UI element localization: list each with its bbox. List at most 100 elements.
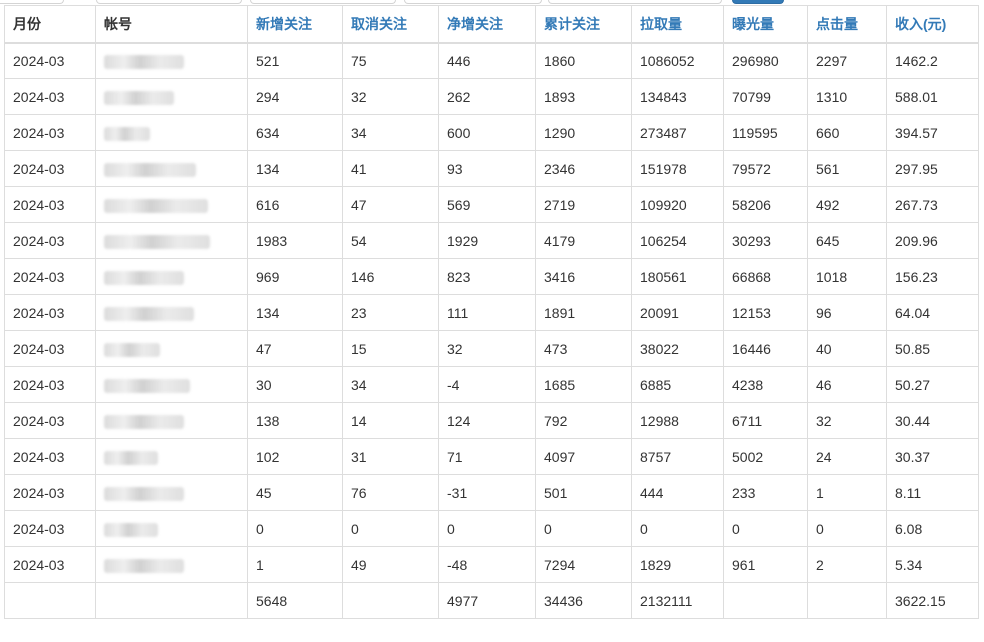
header-fetch-count[interactable]: 拉取量 [631,5,724,44]
month-cell: 2024-03 [4,330,96,367]
income-cell: 30.37 [886,438,979,475]
account-cell [95,186,248,223]
table-row: 2024-03 1 49 -48 7294 1829 961 2 5.34 [4,546,979,583]
unfollows-cell: 34 [342,114,439,151]
unfollows-cell: 76 [342,474,439,511]
clicks-cell: 492 [807,186,887,223]
impressions-cell: 233 [723,474,808,511]
table-body: 2024-03 521 75 446 1860 1086052 296980 2297 1462… [4,42,979,619]
tab-4[interactable] [404,0,542,4]
clicks-cell: 32 [807,402,887,439]
clicks-cell: 40 [807,330,887,367]
month-cell: 2024-03 [4,42,96,79]
tab-active[interactable] [732,0,784,4]
redacted-account-name [104,270,184,285]
impressions-cell: 6711 [723,402,808,439]
total-follows-cell: 473 [535,330,632,367]
total-follows-cell: 4179 [535,222,632,259]
header-income[interactable]: 收入(元) [886,5,979,44]
account-cell [95,78,248,115]
redacted-account-name [104,198,208,213]
net-follows-cell: 446 [438,42,536,79]
tab-5[interactable] [548,0,722,4]
unfollows-cell: 31 [342,438,439,475]
clicks-cell: 46 [807,366,887,403]
header-total-follows[interactable]: 累计关注 [535,5,632,44]
month-cell: 2024-03 [4,186,96,223]
clicks-cell: 1018 [807,258,887,295]
income-cell: 394.57 [886,114,979,151]
redacted-account-name [104,486,184,501]
redacted-account-name [104,450,158,465]
total-follows-cell: 1290 [535,114,632,151]
new-follows-cell: 47 [247,330,343,367]
total-total-follows-cell: 34436 [535,582,632,619]
unfollows-cell: 23 [342,294,439,331]
net-follows-cell: 93 [438,150,536,187]
new-follows-cell: 0 [247,510,343,547]
clicks-cell: 561 [807,150,887,187]
income-cell: 297.95 [886,150,979,187]
tab-3[interactable] [250,0,396,4]
account-cell [95,150,248,187]
table-row: 2024-03 0 0 0 0 0 0 0 6.08 [4,510,979,547]
month-cell: 2024-03 [4,438,96,475]
month-cell: 2024-03 [4,78,96,115]
header-new-follows[interactable]: 新增关注 [247,5,343,44]
impressions-cell: 66868 [723,258,808,295]
tab-2[interactable] [96,0,242,4]
impressions-cell: 12153 [723,294,808,331]
account-cell [95,42,248,79]
unfollows-cell: 15 [342,330,439,367]
unfollows-cell: 41 [342,150,439,187]
redacted-account-name [104,522,158,537]
table-row: 2024-03 45 76 -31 501 444 233 1 8.11 [4,474,979,511]
net-follows-cell: 823 [438,258,536,295]
fetch-count-cell: 0 [631,510,724,547]
fetch-count-cell: 6885 [631,366,724,403]
net-follows-cell: 600 [438,114,536,151]
redacted-account-name [104,414,184,429]
clicks-cell: 0 [807,510,887,547]
total-follows-cell: 1860 [535,42,632,79]
income-cell: 156.23 [886,258,979,295]
net-follows-cell: -31 [438,474,536,511]
net-follows-cell: 111 [438,294,536,331]
month-cell: 2024-03 [4,402,96,439]
impressions-cell: 0 [723,510,808,547]
header-unfollows[interactable]: 取消关注 [342,5,439,44]
header-account: 帐号 [95,5,248,44]
table-row: 2024-03 138 14 124 792 12988 6711 32 30.44 [4,402,979,439]
redacted-account-name [104,54,184,69]
table-row: 2024-03 134 41 93 2346 151978 79572 561 297.95 [4,150,979,187]
account-cell [95,330,248,367]
table-row: 2024-03 521 75 446 1860 1086052 296980 2297 1462… [4,42,979,79]
total-income-cell: 3622.15 [886,582,979,619]
month-cell: 2024-03 [4,294,96,331]
clicks-cell: 1 [807,474,887,511]
new-follows-cell: 102 [247,438,343,475]
account-cell [95,546,248,583]
header-clicks[interactable]: 点击量 [807,5,887,44]
table-row: 2024-03 1983 54 1929 4179 106254 30293 645 209.9… [4,222,979,259]
unfollows-cell: 75 [342,42,439,79]
total-fetch-count-cell: 2132111 [631,582,724,619]
net-follows-cell: 124 [438,402,536,439]
unfollows-cell: 146 [342,258,439,295]
redacted-account-name [104,126,150,141]
unfollows-cell: 14 [342,402,439,439]
total-month-cell [4,582,96,619]
fetch-count-cell: 1086052 [631,42,724,79]
unfollows-cell: 47 [342,186,439,223]
totals-row: 5648 4977 34436 2132111 3622.15 [4,582,979,619]
fetch-count-cell: 12988 [631,402,724,439]
month-cell: 2024-03 [4,366,96,403]
income-cell: 6.08 [886,510,979,547]
income-cell: 5.34 [886,546,979,583]
account-cell [95,114,248,151]
tab-1[interactable] [0,0,64,4]
header-impressions[interactable]: 曝光量 [723,5,808,44]
header-net-follows[interactable]: 净增关注 [438,5,536,44]
fetch-count-cell: 151978 [631,150,724,187]
impressions-cell: 5002 [723,438,808,475]
